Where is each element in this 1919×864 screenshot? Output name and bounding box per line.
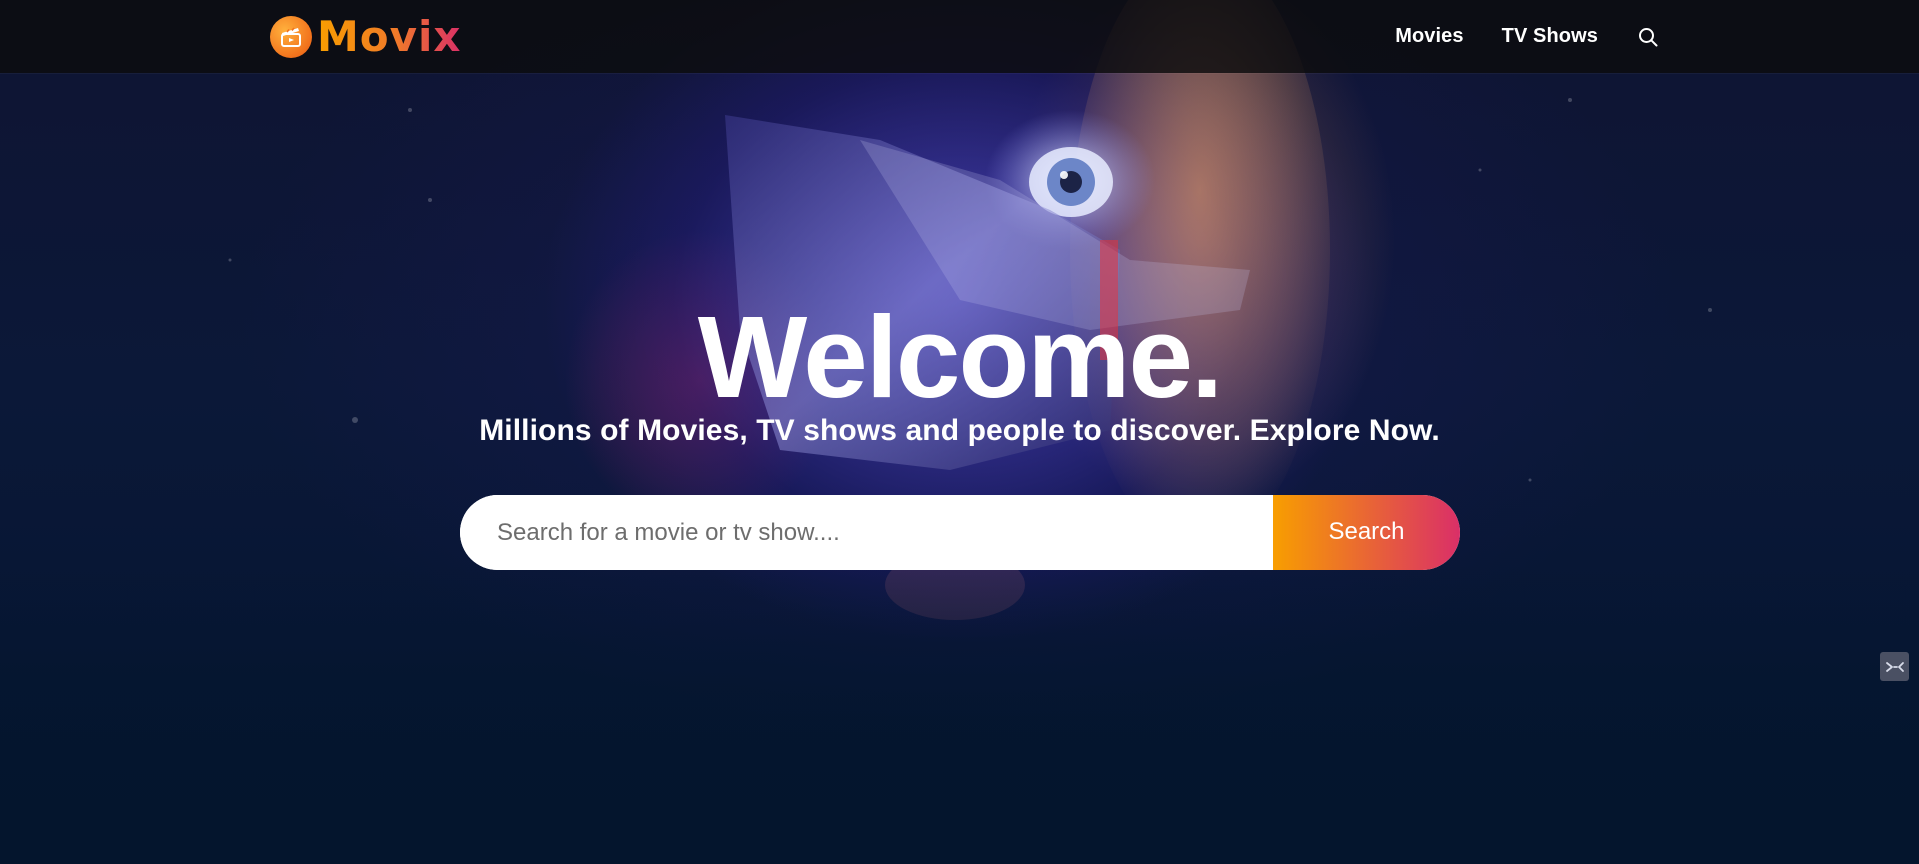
logo-text: Movix [317,12,462,61]
logo[interactable]: Movix [270,15,462,59]
search-icon[interactable] [1636,25,1660,49]
hero-title: Welcome. [697,292,1223,422]
search-input[interactable] [460,495,1273,570]
devtools-icon[interactable] [1880,652,1909,681]
clapperboard-icon [270,16,312,58]
search-button[interactable]: Search [1273,495,1460,570]
nav-item-movies[interactable]: Movies [1395,25,1463,48]
main-nav: Movies TV Shows [1395,0,1660,73]
hero-bottom-fade [0,564,1919,864]
nav-item-tv-shows[interactable]: TV Shows [1502,25,1598,48]
site-header: Movix Movies TV Shows [0,0,1919,73]
hero-search-bar: Search [460,495,1460,570]
page: Movix Movies TV Shows Welcome. Millions … [0,0,1919,864]
hero-subtitle: Millions of Movies, TV shows and people … [479,414,1440,447]
